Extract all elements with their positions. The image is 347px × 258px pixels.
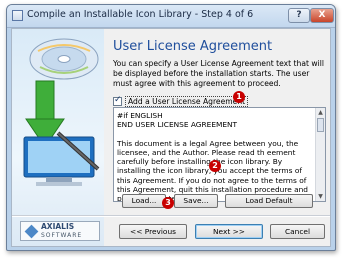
checkmark-icon: ✓ — [114, 95, 122, 105]
callout-badge-1: 1 — [233, 91, 245, 103]
close-button[interactable]: X — [310, 8, 334, 23]
help-button[interactable]: ? — [288, 8, 310, 23]
app-icon — [12, 10, 23, 21]
scroll-down-arrow-icon[interactable]: ▼ — [316, 192, 325, 201]
axialis-logo-mark — [24, 224, 39, 239]
load-default-button[interactable]: Load Default — [225, 194, 313, 208]
callout-badge-2: 2 — [209, 160, 221, 172]
cancel-button[interactable]: Cancel — [270, 224, 325, 239]
load-button[interactable]: Load... — [122, 194, 166, 208]
license-line: #if ENGLISH — [117, 111, 163, 120]
footer-divider — [12, 215, 330, 217]
next-button[interactable]: Next >> — [195, 224, 263, 239]
brand-name: AXIALIS — [41, 222, 75, 231]
title-bar[interactable]: Compile an Installable Icon Library - St… — [7, 5, 335, 28]
wizard-client-area: AXIALIS SOFTWARE User License Agreement … — [11, 28, 331, 247]
page-title: User License Agreement — [113, 39, 273, 54]
scroll-thumb[interactable] — [317, 118, 324, 132]
callout-badge-3: 3 — [162, 197, 174, 209]
wizard-window: Compile an Installable Icon Library - St… — [6, 4, 336, 251]
install-wizard-illustration — [23, 38, 100, 186]
page-description: You can specify a User License Agreement… — [113, 59, 324, 88]
add-license-label[interactable]: Add a User License Agreement — [125, 96, 249, 107]
axialis-logo: AXIALIS SOFTWARE — [20, 221, 100, 241]
previous-button[interactable]: << Previous — [119, 224, 187, 239]
license-line: END USER LICENSE AGREEMENT — [117, 120, 238, 130]
scroll-up-arrow-icon[interactable]: ▲ — [316, 108, 325, 117]
wizard-side-panel: AXIALIS SOFTWARE — [12, 29, 104, 246]
vertical-scrollbar[interactable]: ▲ ▼ — [315, 108, 325, 201]
license-checkbox-row[interactable]: ✓ Add a User License Agreement — [113, 91, 249, 107]
license-text-content[interactable]: #if ENGLISH END USER LICENSE AGREEMENT T… — [117, 111, 315, 201]
save-button[interactable]: Save... — [174, 194, 218, 208]
brand-sub: SOFTWARE — [41, 232, 83, 239]
add-license-checkbox[interactable]: ✓ — [113, 95, 122, 106]
window-title: Compile an Installable Icon Library - St… — [27, 9, 254, 20]
license-text-editor[interactable]: #if ENGLISH END USER LICENSE AGREEMENT T… — [113, 107, 326, 202]
